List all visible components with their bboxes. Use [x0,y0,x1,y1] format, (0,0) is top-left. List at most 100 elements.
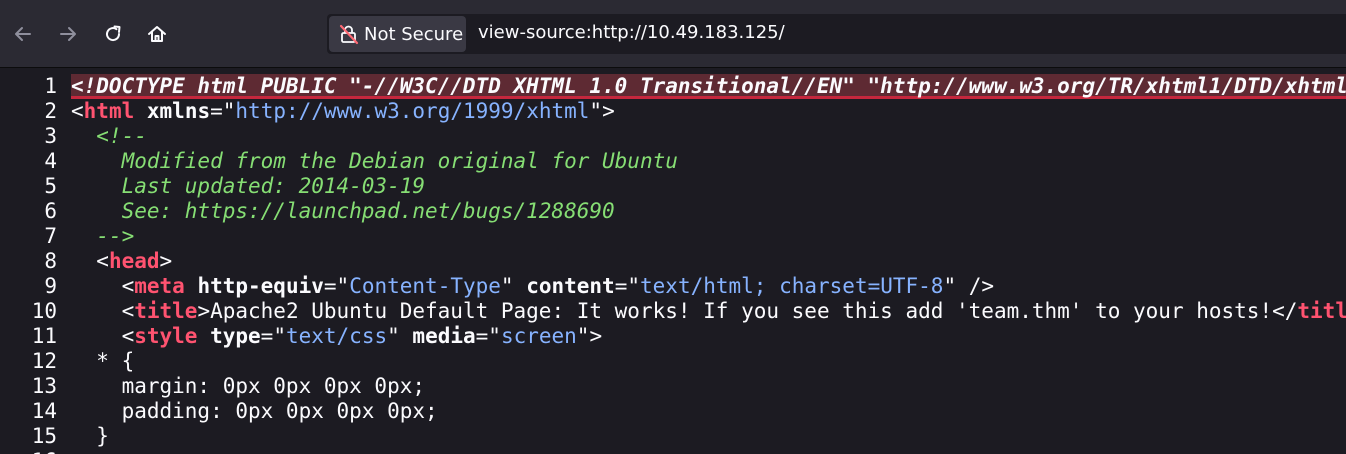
source-line: 15 } [0,424,1346,449]
line-number: 13 [31,374,57,398]
code-token: head [108,249,160,273]
code-token: http://www.w3.org/1999/xhtml [235,99,590,123]
code-token: } [71,424,109,448]
reload-button[interactable] [96,17,130,51]
code-token: media [412,324,476,348]
line-number: 1 [44,74,57,98]
code-token: type [210,324,261,348]
source-code: <style type="text/css" media="screen"> [71,324,603,349]
home-icon [148,26,166,42]
code-token: "> [589,99,615,123]
line-number: 4 [44,149,57,173]
code-token: text/html; charset=UTF-8 [640,274,944,298]
code-token: "> [576,324,603,348]
source-code: <!-- [71,124,147,149]
source-code: Last updated: 2014-03-19 [71,174,425,199]
code-token: =" [614,274,641,298]
source-line: 16 [0,449,1346,454]
source-line: 11 <style type="text/css" media="screen"… [0,324,1346,349]
code-token: title [134,299,198,323]
source-line: 3 <!-- [0,124,1346,149]
line-number: 2 [44,99,57,123]
code-token: < [71,324,135,348]
code-token: xmlns [146,99,211,123]
code-token: style [134,324,198,348]
code-token: < [71,249,109,273]
code-token: Modified from the Debian original for Ub… [71,149,678,173]
source-line: 10 <title>Apache2 Ubuntu Default Page: I… [0,299,1346,324]
browser-toolbar: Not Secure view-source:http://10.49.183.… [0,0,1346,68]
line-number: 15 [31,424,57,448]
code-token: * { [71,349,135,373]
reload-icon [106,25,121,42]
forward-button[interactable] [51,17,85,51]
code-token: =" [260,324,286,348]
security-label: Not Secure [364,23,464,45]
line-number: 9 [44,274,57,298]
code-token: >Apache2 Ubuntu Default Page: It works! … [197,299,1298,323]
code-token: margin: 0px 0px 0px 0px; [71,374,426,398]
code-token: =" [323,274,350,298]
source-code: margin: 0px 0px 0px 0px; [71,374,425,399]
source-code: <title>Apache2 Ubuntu Default Page: It w… [71,299,1346,324]
source-line: 7 --> [0,224,1346,249]
code-token: html [83,99,135,123]
code-token: > [159,249,173,273]
source-code: * { [71,349,134,374]
line-number: 10 [31,299,57,323]
code-token: content [526,274,615,298]
code-token: " [500,274,527,298]
insecure-lock-icon [339,24,359,45]
source-line: 6 See: https://launchpad.net/bugs/128869… [0,199,1346,224]
source-code: <!DOCTYPE html PUBLIC "-//W3C//DTD XHTML… [71,74,1346,99]
source-code: padding: 0px 0px 0px 0px; [71,399,438,424]
line-number: 5 [44,174,57,198]
code-token: See: https://launchpad.net/bugs/1288690 [71,199,615,223]
code-token: text/css [285,324,388,348]
line-number: 14 [31,399,57,423]
source-code: <head> [71,249,172,274]
source-code: <html xmlns="http://www.w3.org/1999/xhtm… [71,99,615,124]
code-token: http-equiv [197,274,324,298]
source-view: 1 <!DOCTYPE html PUBLIC "-//W3C//DTD XHTM… [0,74,1346,454]
code-token: < [71,274,135,298]
code-token: <!-- [71,124,147,148]
code-token: --> [71,224,135,248]
source-line: 13 margin: 0px 0px 0px 0px; [0,374,1346,399]
site-security-button[interactable]: Not Secure [329,16,466,52]
source-line: 9 <meta http-equiv="Content-Type" conten… [0,274,1346,299]
line-number: 8 [44,249,57,273]
line-number: 6 [44,199,57,223]
arrow-left-icon [15,27,31,41]
source-line: 12 * { [0,349,1346,374]
source-code: } [71,424,109,449]
code-token: title [1297,299,1346,323]
code-token: " /> [943,274,995,298]
source-code: See: https://launchpad.net/bugs/1288690 [71,199,615,224]
code-token: < [71,299,135,323]
source-code: <meta http-equiv="Content-Type" content=… [71,274,994,299]
line-number: 7 [44,224,57,248]
source-line: 1 <!DOCTYPE html PUBLIC "-//W3C//DTD XHTM… [0,74,1346,99]
line-number: 16 [0,449,57,454]
source-line: 8 <head> [0,249,1346,274]
home-button[interactable] [140,17,174,51]
line-number: 11 [31,324,57,348]
back-button[interactable] [6,17,40,51]
address-bar[interactable]: Not Secure view-source:http://10.49.183.… [327,14,1346,54]
source-line: 4 Modified from the Debian original for … [0,149,1346,174]
arrow-right-icon [60,27,76,41]
code-token: meta [134,274,185,298]
code-token: =" [210,99,236,123]
code-token: Last updated: 2014-03-19 [71,174,426,198]
source-code: Modified from the Debian original for Ub… [71,149,678,174]
code-token: Content-Type [349,274,501,298]
source-line: 5 Last updated: 2014-03-19 [0,174,1346,199]
code-token: <!DOCTYPE html PUBLIC "-//W3C//DTD XHTML… [71,74,1346,98]
source-code: --> [71,224,134,249]
source-line: 14 padding: 0px 0px 0px 0px; [0,399,1346,424]
url-text[interactable]: view-source:http://10.49.183.125/ [478,22,785,43]
code-token: < [71,99,84,123]
